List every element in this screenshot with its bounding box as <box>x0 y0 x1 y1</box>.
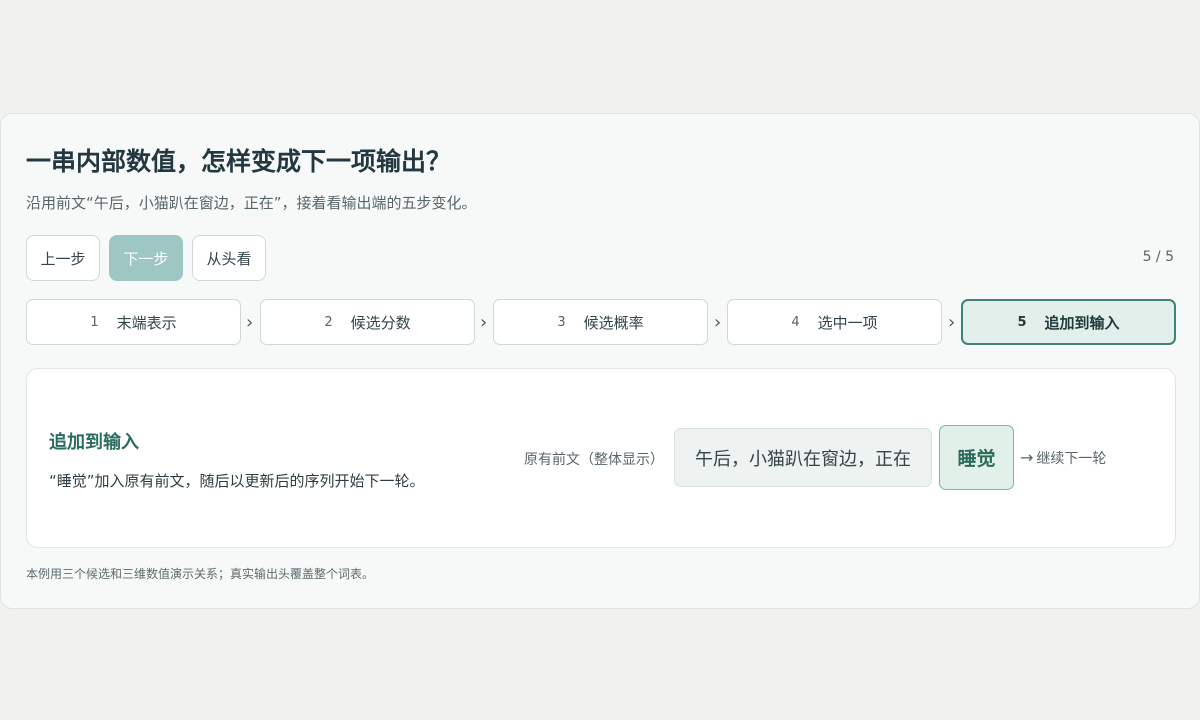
restart-button[interactable]: 从头看 <box>192 235 266 281</box>
continue-label: 继续下一轮 <box>1036 451 1107 467</box>
step-tab-3[interactable]: 3 候选概率 <box>493 299 708 345</box>
panel-description: “睡觉”加入原有前文，随后以更新后的序列开始下一轮。 <box>49 472 425 490</box>
chevron-right-icon: › <box>948 312 956 333</box>
page-subtitle: 沿用前文“午后，小猫趴在窗边，正在”，接着看输出端的五步变化。 <box>26 194 477 212</box>
step-number: 3 <box>557 314 566 330</box>
panel-title: 追加到输入 <box>49 432 139 453</box>
step-label: 末端表示 <box>116 313 177 332</box>
step-number: 5 <box>1017 314 1027 330</box>
prev-step-button[interactable]: 上一步 <box>26 235 100 281</box>
selected-token-box: 睡觉 <box>939 425 1014 490</box>
step-label: 候选概率 <box>583 313 644 332</box>
step-number: 1 <box>90 314 99 330</box>
step-label: 追加到输入 <box>1044 313 1120 332</box>
step-number: 2 <box>324 314 333 330</box>
step-tab-5[interactable]: 5 追加到输入 <box>961 299 1176 345</box>
context-label: 原有前文（整体显示） <box>524 452 664 468</box>
page-title: 一串内部数值，怎样变成下一项输出？ <box>26 147 452 176</box>
step-tab-2[interactable]: 2 候选分数 <box>260 299 475 345</box>
step-counter: 5 / 5 <box>1142 249 1174 265</box>
step-tab-1[interactable]: 1 末端表示 <box>26 299 241 345</box>
walkthrough-card: 一串内部数值，怎样变成下一项输出？ 沿用前文“午后，小猫趴在窗边，正在”，接着看… <box>0 113 1200 609</box>
chevron-right-icon: › <box>246 312 254 333</box>
step-label: 选中一项 <box>817 313 878 332</box>
arrow-right-icon: → <box>1020 448 1034 467</box>
continue-next-round: → 继续下一轮 <box>1020 448 1106 468</box>
context-text-box: 午后，小猫趴在窗边，正在 <box>674 428 932 487</box>
step-label: 候选分数 <box>350 313 411 332</box>
chevron-right-icon: › <box>480 312 488 333</box>
step-tab-4[interactable]: 4 选中一项 <box>727 299 942 345</box>
footnote: 本例用三个候选和三维数值演示关系；真实输出头覆盖整个词表。 <box>26 567 375 581</box>
step-detail-panel: 追加到输入 “睡觉”加入原有前文，随后以更新后的序列开始下一轮。 原有前文（整体… <box>26 368 1176 548</box>
next-step-button[interactable]: 下一步 <box>109 235 183 281</box>
chevron-right-icon: › <box>714 312 722 333</box>
step-number: 4 <box>791 314 800 330</box>
